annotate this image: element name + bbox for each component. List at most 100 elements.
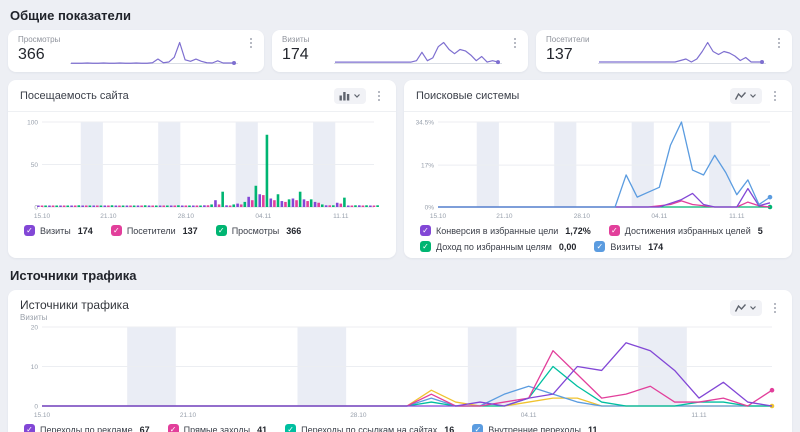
chevron-down-icon bbox=[749, 92, 757, 100]
svg-text:20: 20 bbox=[31, 325, 39, 332]
svg-text:04.11: 04.11 bbox=[521, 412, 537, 418]
legend-item[interactable]: ✓Доход по избранным целям0,00 bbox=[420, 241, 576, 252]
kebab-menu-icon[interactable] bbox=[770, 89, 780, 103]
dashboard-page: Общие показатели Просмотры 366 Визиты 17… bbox=[0, 0, 800, 432]
svg-text:15.10: 15.10 bbox=[34, 213, 51, 219]
svg-text:100: 100 bbox=[27, 120, 38, 127]
search-engines-card: Поисковые системы 34.5% 17% 0%15.10 21.10 28… bbox=[404, 80, 792, 258]
svg-text:0%: 0% bbox=[425, 205, 435, 212]
legend-label: Визиты bbox=[40, 226, 71, 236]
legend-label: Переходы по ссылкам на сайтах bbox=[301, 425, 437, 432]
svg-text:34.5%: 34.5% bbox=[416, 120, 434, 127]
svg-text:15.10: 15.10 bbox=[430, 213, 447, 219]
svg-text:28.10: 28.10 bbox=[350, 412, 367, 418]
legend-value: 5 bbox=[758, 226, 763, 236]
card-title: Посещаемость сайта bbox=[20, 90, 129, 102]
search-engines-legend: ✓Конверсия в избранные цели1,72%✓Достиже… bbox=[416, 225, 780, 252]
section-title-sources: Источники трафика bbox=[10, 268, 792, 283]
chart-type-button[interactable] bbox=[730, 88, 762, 104]
legend-item[interactable]: ✓ Переходы по ссылкам на сайтах 16 bbox=[285, 424, 454, 432]
legend-value: 0,00 bbox=[559, 242, 577, 252]
legend-value: 1,72% bbox=[565, 226, 591, 236]
legend-value: 174 bbox=[648, 242, 663, 252]
svg-text:11.11: 11.11 bbox=[333, 213, 349, 219]
legend-item[interactable]: ✓ Посетители 137 bbox=[111, 225, 198, 236]
legend-checkbox-icon[interactable]: ✓ bbox=[609, 225, 620, 236]
chevron-down-icon bbox=[353, 92, 361, 100]
svg-text:04.11: 04.11 bbox=[255, 213, 271, 219]
legend-checkbox-icon[interactable]: ✓ bbox=[216, 225, 227, 236]
legend-label: Конверсия в избранные цели bbox=[436, 226, 558, 236]
legend-label: Визиты bbox=[610, 242, 641, 252]
search-engines-line-chart: 34.5% 17% 0%15.10 21.10 28.10 04.11 11.11 bbox=[416, 117, 780, 219]
card-header: Поисковые системы bbox=[404, 88, 792, 112]
kebab-menu-icon[interactable] bbox=[770, 301, 780, 315]
legend-label: Посетители bbox=[127, 226, 176, 236]
kpi-card-visitors: Посетители 137 bbox=[536, 30, 792, 72]
chevron-down-icon bbox=[749, 304, 757, 312]
bar-chart-icon bbox=[339, 91, 350, 101]
legend-item[interactable]: ✓ Визиты 174 bbox=[24, 225, 93, 236]
legend-checkbox-icon[interactable]: ✓ bbox=[24, 225, 35, 236]
line-chart-icon bbox=[735, 303, 746, 313]
section-title-overview: Общие показатели bbox=[10, 8, 792, 23]
kebab-menu-icon[interactable] bbox=[374, 89, 384, 103]
svg-text:28.10: 28.10 bbox=[574, 213, 591, 219]
svg-text:04.11: 04.11 bbox=[651, 213, 667, 219]
legend-checkbox-icon[interactable]: ✓ bbox=[472, 424, 483, 432]
legend-label: Прямые заходы bbox=[184, 425, 250, 432]
svg-text:17%: 17% bbox=[421, 163, 434, 170]
traffic-sources-card: Источники трафика Визиты 2010015.1021.10… bbox=[8, 290, 792, 432]
card-subtitle: Визиты bbox=[20, 313, 780, 322]
legend-item[interactable]: ✓ Просмотры 366 bbox=[216, 225, 302, 236]
legend-label: Переходы по рекламе bbox=[40, 425, 133, 432]
legend-value: 366 bbox=[286, 226, 301, 236]
chart-type-button[interactable] bbox=[334, 88, 366, 104]
svg-text:21.10: 21.10 bbox=[496, 213, 513, 219]
legend-item[interactable]: ✓ Конверсия в избранные цели 1,72% bbox=[420, 225, 591, 236]
legend-label: Внутренние переходы bbox=[488, 425, 581, 432]
legend-value: 174 bbox=[78, 226, 93, 236]
legend-item[interactable]: ✓ Прямые заходы 41 bbox=[168, 424, 267, 432]
legend-checkbox-icon[interactable]: ✓ bbox=[420, 241, 431, 252]
legend-checkbox-icon[interactable]: ✓ bbox=[24, 424, 35, 432]
svg-text:28.10: 28.10 bbox=[178, 213, 195, 219]
legend-label: Достижения избранных целей bbox=[625, 226, 751, 236]
legend-item[interactable]: ✓ Визиты 174 bbox=[594, 241, 663, 252]
legend-checkbox-icon[interactable]: ✓ bbox=[594, 241, 605, 252]
svg-text:0: 0 bbox=[34, 404, 38, 411]
charts-row: Посещаемость сайта 100 50 bbox=[8, 80, 792, 258]
kpi-sparkline bbox=[70, 39, 238, 67]
legend-checkbox-icon[interactable]: ✓ bbox=[285, 424, 296, 432]
legend-value: 67 bbox=[140, 425, 150, 432]
attendance-bar-chart: 10050015.1021.1028.1004.1111.11 bbox=[20, 117, 384, 219]
site-attendance-card: Посещаемость сайта 100 50 bbox=[8, 80, 396, 258]
traffic-sources-legend: ✓ Переходы по рекламе 67 ✓ Прямые заходы 41 ✓ П… bbox=[20, 424, 780, 432]
legend-checkbox-icon[interactable]: ✓ bbox=[420, 225, 431, 236]
kebab-menu-icon[interactable] bbox=[246, 36, 256, 50]
legend-value: 137 bbox=[183, 226, 198, 236]
line-chart-icon bbox=[735, 91, 746, 101]
svg-text:11.11: 11.11 bbox=[691, 412, 707, 418]
legend-value: 16 bbox=[444, 425, 454, 432]
chart-type-button[interactable] bbox=[730, 300, 762, 316]
kpi-card-views: Просмотры 366 bbox=[8, 30, 264, 72]
legend-item[interactable]: ✓ Достижения избранных целей 5 bbox=[609, 225, 763, 236]
kebab-menu-icon[interactable] bbox=[774, 36, 784, 50]
traffic-sources-line-chart: 2010015.1021.1028.1004.1111.11 bbox=[20, 322, 782, 418]
legend-checkbox-icon[interactable]: ✓ bbox=[111, 225, 122, 236]
legend-checkbox-icon[interactable]: ✓ bbox=[168, 424, 179, 432]
svg-text:11.11: 11.11 bbox=[729, 213, 745, 219]
kebab-menu-icon[interactable] bbox=[510, 36, 520, 50]
card-header: Посещаемость сайта bbox=[8, 88, 396, 112]
svg-text:10: 10 bbox=[31, 364, 39, 371]
legend-label: Просмотры bbox=[232, 226, 280, 236]
svg-text:50: 50 bbox=[31, 162, 39, 169]
legend-item[interactable]: ✓ Переходы по рекламе 67 bbox=[24, 424, 150, 432]
card-title: Поисковые системы bbox=[416, 90, 519, 102]
legend-item[interactable]: ✓Внутренние переходы11 bbox=[472, 424, 597, 432]
kpi-row: Просмотры 366 Визиты 174 Посетители 137 bbox=[8, 30, 792, 72]
svg-text:21.10: 21.10 bbox=[100, 213, 117, 219]
legend-value: 41 bbox=[257, 425, 267, 432]
card-title: Источники трафика bbox=[20, 298, 780, 312]
